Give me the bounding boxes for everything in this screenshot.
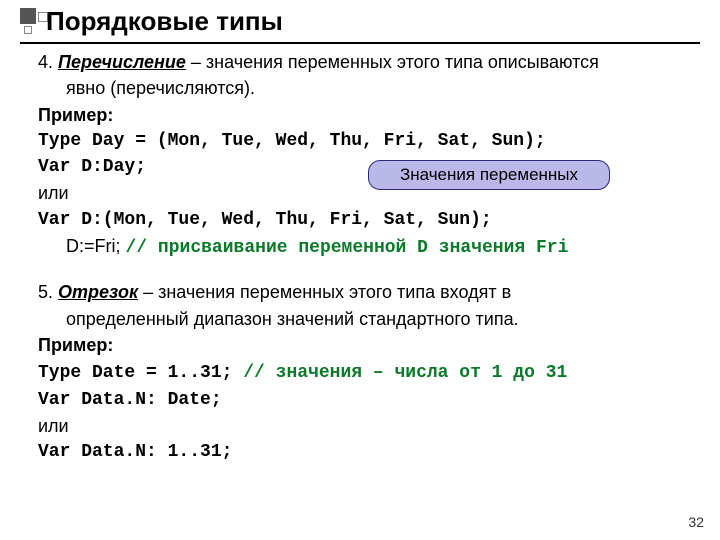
content-block: 4. Перечисление – значения переменных эт… xyxy=(38,50,698,466)
sec4-num: 4. xyxy=(38,52,58,72)
page-title: Порядковые типы xyxy=(46,6,283,37)
sec4-line1: 4. Перечисление – значения переменных эт… xyxy=(38,50,698,74)
sec5-code2: Var Data.N: Date; xyxy=(38,388,698,412)
callout-box: Значения переменных xyxy=(368,160,610,190)
sec5-term: Отрезок xyxy=(58,282,138,302)
sec4-assign-comment: // присваивание переменной D значения Fr… xyxy=(126,238,569,258)
sec5-or: или xyxy=(38,414,698,438)
sec5-code1a: Type Date = 1..31; xyxy=(38,363,243,383)
sec4-assign: D:=Fri; // присваивание переменной D зна… xyxy=(38,234,698,260)
sec5-dash: – xyxy=(138,282,158,302)
sec5-desc1: значения переменных этого типа входят в xyxy=(158,282,511,302)
sec5-line1: 5. Отрезок – значения переменных этого т… xyxy=(38,280,698,304)
page-number: 32 xyxy=(688,514,704,530)
sec4-line2: явно (перечисляются). xyxy=(38,76,698,100)
sec4-dash: – xyxy=(186,52,206,72)
sec4-example-label: Пример: xyxy=(38,103,698,127)
sec5-code1b: // значения – числа от 1 до 31 xyxy=(243,363,567,383)
sec4-code1: Type Day = (Mon, Tue, Wed, Thu, Fri, Sat… xyxy=(38,129,698,153)
section-gap xyxy=(38,262,698,280)
sec5-line2: определенный диапазон значений стандартн… xyxy=(38,307,698,331)
sec5-code1: Type Date = 1..31; // значения – числа о… xyxy=(38,359,698,385)
sec5-code3: Var Data.N: 1..31; xyxy=(38,440,698,464)
sec5-example-label: Пример: xyxy=(38,333,698,357)
sec4-term: Перечисление xyxy=(58,52,186,72)
sec4-code3: Var D:(Mon, Tue, Wed, Thu, Fri, Sat, Sun… xyxy=(38,208,698,232)
sec4-desc1: значения переменных этого типа описывают… xyxy=(206,52,599,72)
sec4-assign-prefix: D:=Fri; xyxy=(66,236,126,256)
title-rule xyxy=(20,42,700,44)
sec5-num: 5. xyxy=(38,282,58,302)
